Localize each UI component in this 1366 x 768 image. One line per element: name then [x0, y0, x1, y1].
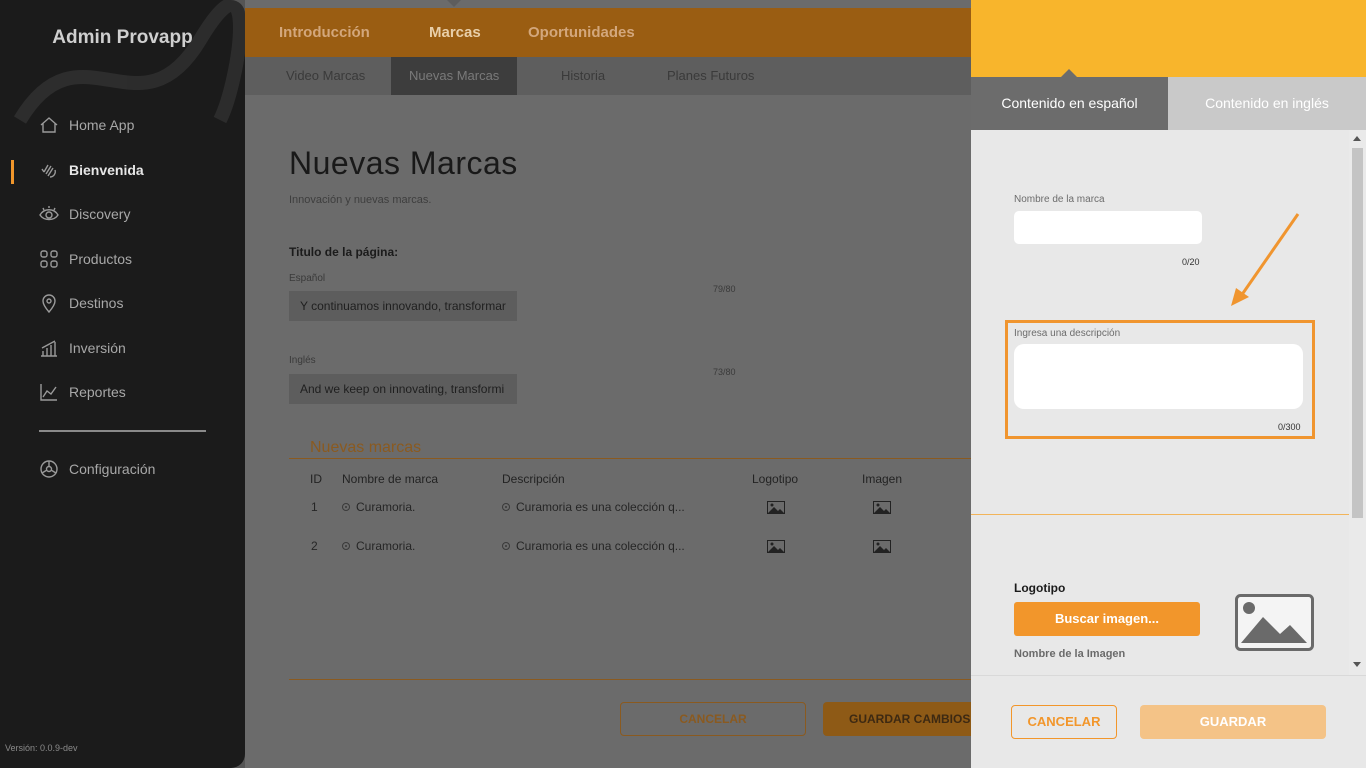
active-tab-caret [447, 0, 461, 7]
row-2-name[interactable]: Curamoria. [342, 539, 415, 553]
bottom-divider [289, 679, 979, 680]
sidebar-divider [39, 430, 206, 432]
description-textarea[interactable] [1014, 344, 1303, 409]
column-header-name: Nombre de marca [342, 472, 439, 486]
row-1-id: 1 [311, 500, 318, 514]
tab-marcas[interactable]: Marcas [429, 24, 481, 41]
home-icon [40, 117, 58, 133]
subtab-historia[interactable]: Historia [543, 57, 623, 95]
logo-label: Logotipo [1014, 581, 1066, 595]
radio-icon [342, 503, 350, 511]
tab-introduccion[interactable]: Introducción [279, 24, 370, 41]
cancel-button[interactable]: CANCELAR [620, 702, 806, 736]
tab-spanish-content[interactable]: Contenido en español [971, 77, 1168, 130]
arrow-annotation-icon [1231, 213, 1300, 306]
brand-name-counter: 0/20 [1182, 257, 1200, 267]
decorative-logo-icon [14, 0, 245, 124]
row-2-id: 2 [311, 539, 318, 553]
tab-oportunidades[interactable]: Oportunidades [528, 24, 635, 41]
column-header-id: ID [310, 472, 322, 486]
tab-english-content[interactable]: Contenido en inglés [1168, 77, 1366, 130]
bar-chart-icon [41, 340, 57, 357]
sidebar-item-bienvenida[interactable]: Bienvenida [39, 159, 144, 181]
spanish-title-input[interactable]: Y continuamos innovando, transformar [289, 291, 517, 321]
sidebar-item-label: Home App [69, 117, 135, 133]
active-tab-caret [1061, 69, 1077, 77]
sidebar-item-label: Destinos [69, 295, 124, 311]
row-2-description-text: Curamoria es una colección q... [516, 539, 685, 553]
spanish-label: Español [289, 273, 326, 284]
section-title: Nuevas marcas [310, 439, 422, 456]
version-label: Versión: 0.0.9-dev [5, 743, 78, 753]
wave-hand-icon [41, 164, 56, 178]
spanish-counter: 79/80 [713, 284, 736, 294]
search-image-button[interactable]: Buscar imagen... [1014, 602, 1200, 636]
active-indicator [11, 160, 14, 184]
column-header-logo: Logotipo [752, 472, 799, 486]
radio-icon [342, 542, 350, 550]
sidebar-item-discovery[interactable]: Discovery [39, 203, 130, 225]
sidebar-item-label: Inversión [69, 340, 126, 356]
map-pin-icon [42, 294, 56, 313]
subtab-video-marcas[interactable]: Video Marcas [268, 57, 383, 95]
panel-scrollbar[interactable] [1349, 130, 1366, 675]
panel-header [971, 0, 1366, 77]
subtab-nuevas-marcas[interactable]: Nuevas Marcas [391, 57, 518, 95]
radio-icon [502, 542, 510, 550]
scroll-down-icon[interactable] [1353, 662, 1361, 667]
row-1-name[interactable]: Curamoria. [342, 500, 415, 514]
radio-icon [502, 503, 510, 511]
eye-icon [39, 206, 59, 221]
row-2-description[interactable]: Curamoria es una colección q... [502, 539, 685, 553]
line-chart-icon [40, 384, 57, 401]
scroll-thumb[interactable] [1352, 148, 1363, 518]
row-1-name-text: Curamoria. [356, 500, 416, 514]
description-label: Ingresa una descripción [1014, 328, 1121, 339]
page-title: Nuevas Marcas [289, 145, 518, 181]
column-header-image: Imagen [862, 472, 903, 486]
sidebar-item-reportes[interactable]: Reportes [39, 381, 126, 403]
sidebar-item-label: Bienvenida [69, 162, 144, 178]
section-divider [289, 458, 979, 459]
row-1-image-icon[interactable] [873, 501, 891, 514]
row-1-logo-icon[interactable] [767, 501, 785, 514]
image-name-label: Nombre de la Imagen [1014, 648, 1126, 660]
english-title-input[interactable]: And we keep on innovating, transformi [289, 374, 517, 404]
sidebar-item-configuracion[interactable]: Configuración [39, 458, 155, 480]
description-counter: 0/300 [1278, 422, 1301, 432]
sidebar-item-inversion[interactable]: Inversión [39, 337, 126, 359]
panel-divider [971, 514, 1349, 515]
sidebar-item-label: Configuración [69, 461, 156, 477]
gear-icon [40, 460, 58, 478]
english-counter: 73/80 [713, 367, 736, 377]
grid-icon [40, 250, 58, 268]
image-placeholder-icon [1235, 594, 1314, 651]
sidebar-item-label: Discovery [69, 206, 131, 222]
row-1-description-text: Curamoria es una colección q... [516, 500, 685, 514]
brand-name-label: Nombre de la marca [1014, 194, 1105, 205]
sidebar-item-destinos[interactable]: Destinos [39, 292, 123, 314]
panel-save-button[interactable]: GUARDAR [1140, 705, 1326, 739]
sidebar-item-label: Reportes [69, 384, 126, 400]
sidebar-item-home-app[interactable]: Home App [39, 114, 134, 136]
scroll-up-icon[interactable] [1353, 136, 1361, 141]
subtab-planes-futuros[interactable]: Planes Futuros [649, 57, 772, 95]
row-2-logo-icon[interactable] [767, 540, 785, 553]
row-2-image-icon[interactable] [873, 540, 891, 553]
brand-editor-panel: Contenido en español Contenido en inglés… [971, 0, 1366, 768]
sidebar-item-label: Productos [69, 251, 133, 267]
panel-cancel-button[interactable]: CANCELAR [1011, 705, 1117, 739]
column-header-description: Descripción [502, 472, 565, 486]
sidebar: Admin Provapp Home App Bienvenida Discov… [0, 0, 245, 768]
app-title: Admin Provapp [52, 27, 193, 48]
brand-name-input[interactable] [1014, 211, 1202, 244]
page-title-label: Titulo de la página: [289, 245, 399, 259]
page-subtitle: Innovación y nuevas marcas. [289, 194, 432, 206]
english-label: Inglés [289, 355, 316, 366]
sidebar-item-productos[interactable]: Productos [39, 248, 132, 270]
row-1-description[interactable]: Curamoria es una colección q... [502, 500, 685, 514]
row-2-name-text: Curamoria. [356, 539, 416, 553]
